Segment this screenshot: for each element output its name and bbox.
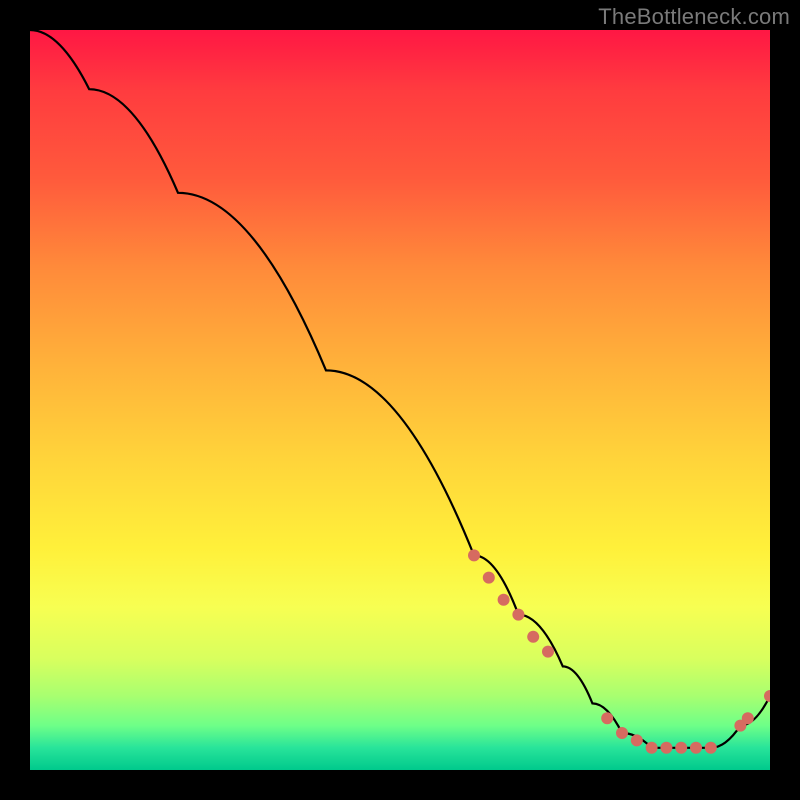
data-marker bbox=[483, 572, 495, 584]
chart-svg bbox=[30, 30, 770, 770]
data-marker bbox=[542, 646, 554, 658]
data-marker bbox=[512, 609, 524, 621]
data-marker bbox=[690, 742, 702, 754]
data-marker bbox=[616, 727, 628, 739]
data-marker bbox=[675, 742, 687, 754]
data-marker bbox=[498, 594, 510, 606]
data-marker bbox=[631, 734, 643, 746]
chart-stage: TheBottleneck.com bbox=[0, 0, 800, 800]
bottleneck-curve bbox=[30, 30, 770, 748]
plot-area bbox=[30, 30, 770, 770]
data-marker bbox=[468, 549, 480, 561]
data-marker bbox=[742, 712, 754, 724]
data-marker bbox=[601, 712, 613, 724]
data-marker bbox=[764, 690, 770, 702]
watermark-text: TheBottleneck.com bbox=[598, 4, 790, 30]
data-marker bbox=[660, 742, 672, 754]
data-marker bbox=[646, 742, 658, 754]
data-marker bbox=[527, 631, 539, 643]
marker-group bbox=[468, 549, 770, 753]
data-marker bbox=[705, 742, 717, 754]
